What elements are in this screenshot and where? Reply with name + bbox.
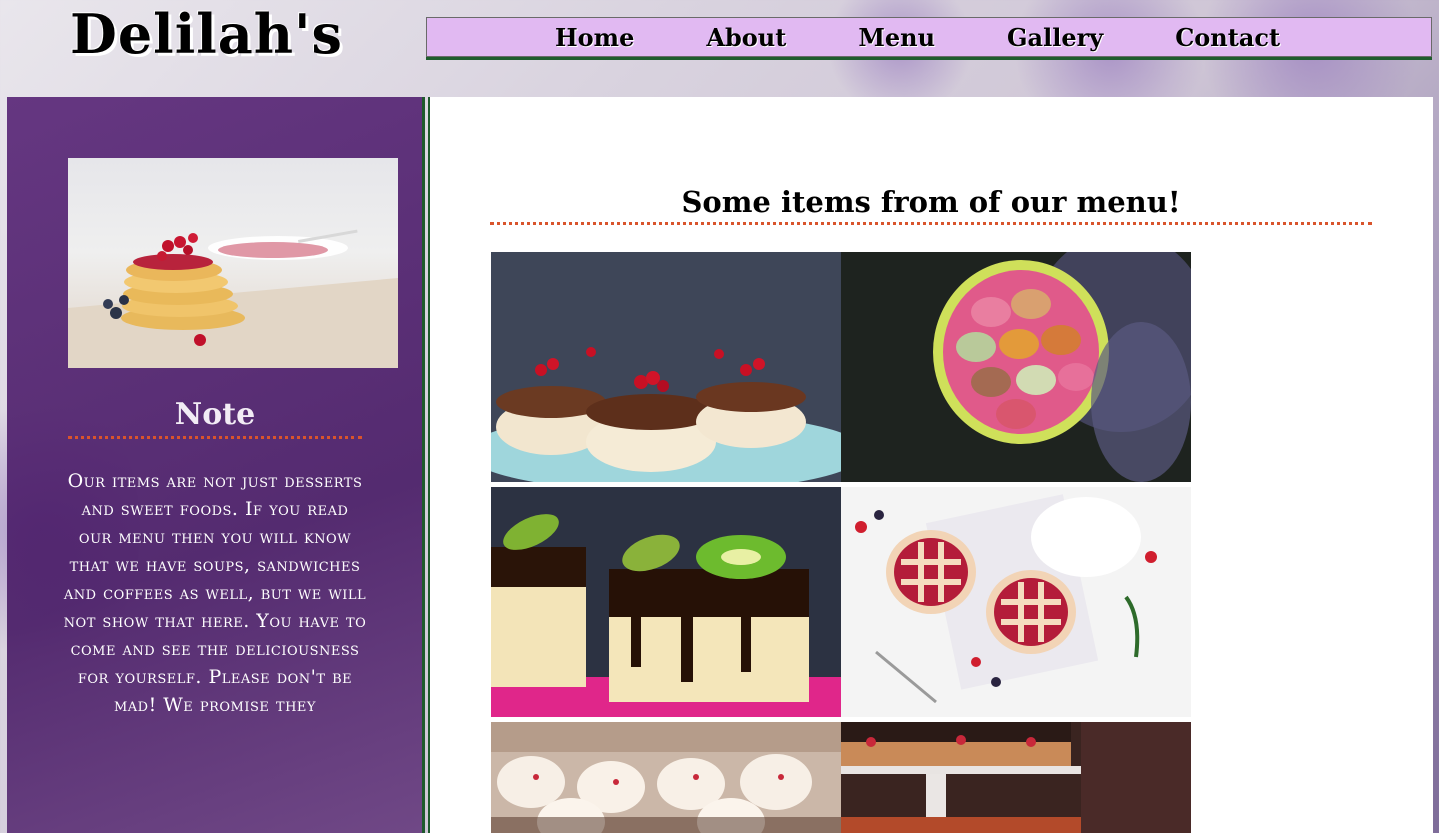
gallery-heading: Some items from of our menu! [490, 185, 1372, 225]
nav-link-about[interactable]: About [706, 23, 786, 52]
nav-link-contact[interactable]: Contact [1175, 23, 1280, 52]
note-heading: Note [68, 397, 362, 439]
note-text: Our items are not just desserts and swee… [63, 470, 367, 716]
gallery-photo-cupcakes[interactable] [491, 722, 841, 833]
gallery-photo-layered-cake-stand[interactable] [841, 722, 1191, 833]
gallery-photo-kiwi-cakes[interactable] [491, 487, 841, 717]
sidebar: Note Our items are not just desserts and… [7, 97, 425, 833]
gallery-photo-macarons-bowl[interactable] [841, 252, 1191, 482]
sidebar-pancakes-photo [68, 158, 398, 368]
gallery-photo-berry-pies[interactable] [841, 487, 1191, 717]
nav-link-menu[interactable]: Menu [858, 23, 935, 52]
nav-link-gallery[interactable]: Gallery [1007, 23, 1103, 52]
gallery-photo-chocolate-berry-cakes[interactable] [491, 252, 841, 482]
main-navigation: Home About Menu Gallery Contact [426, 17, 1432, 57]
site-logo[interactable]: Delilah's [70, 2, 343, 66]
nav-link-home[interactable]: Home [555, 23, 634, 52]
main-content: Some items from of our menu! [428, 97, 1433, 833]
